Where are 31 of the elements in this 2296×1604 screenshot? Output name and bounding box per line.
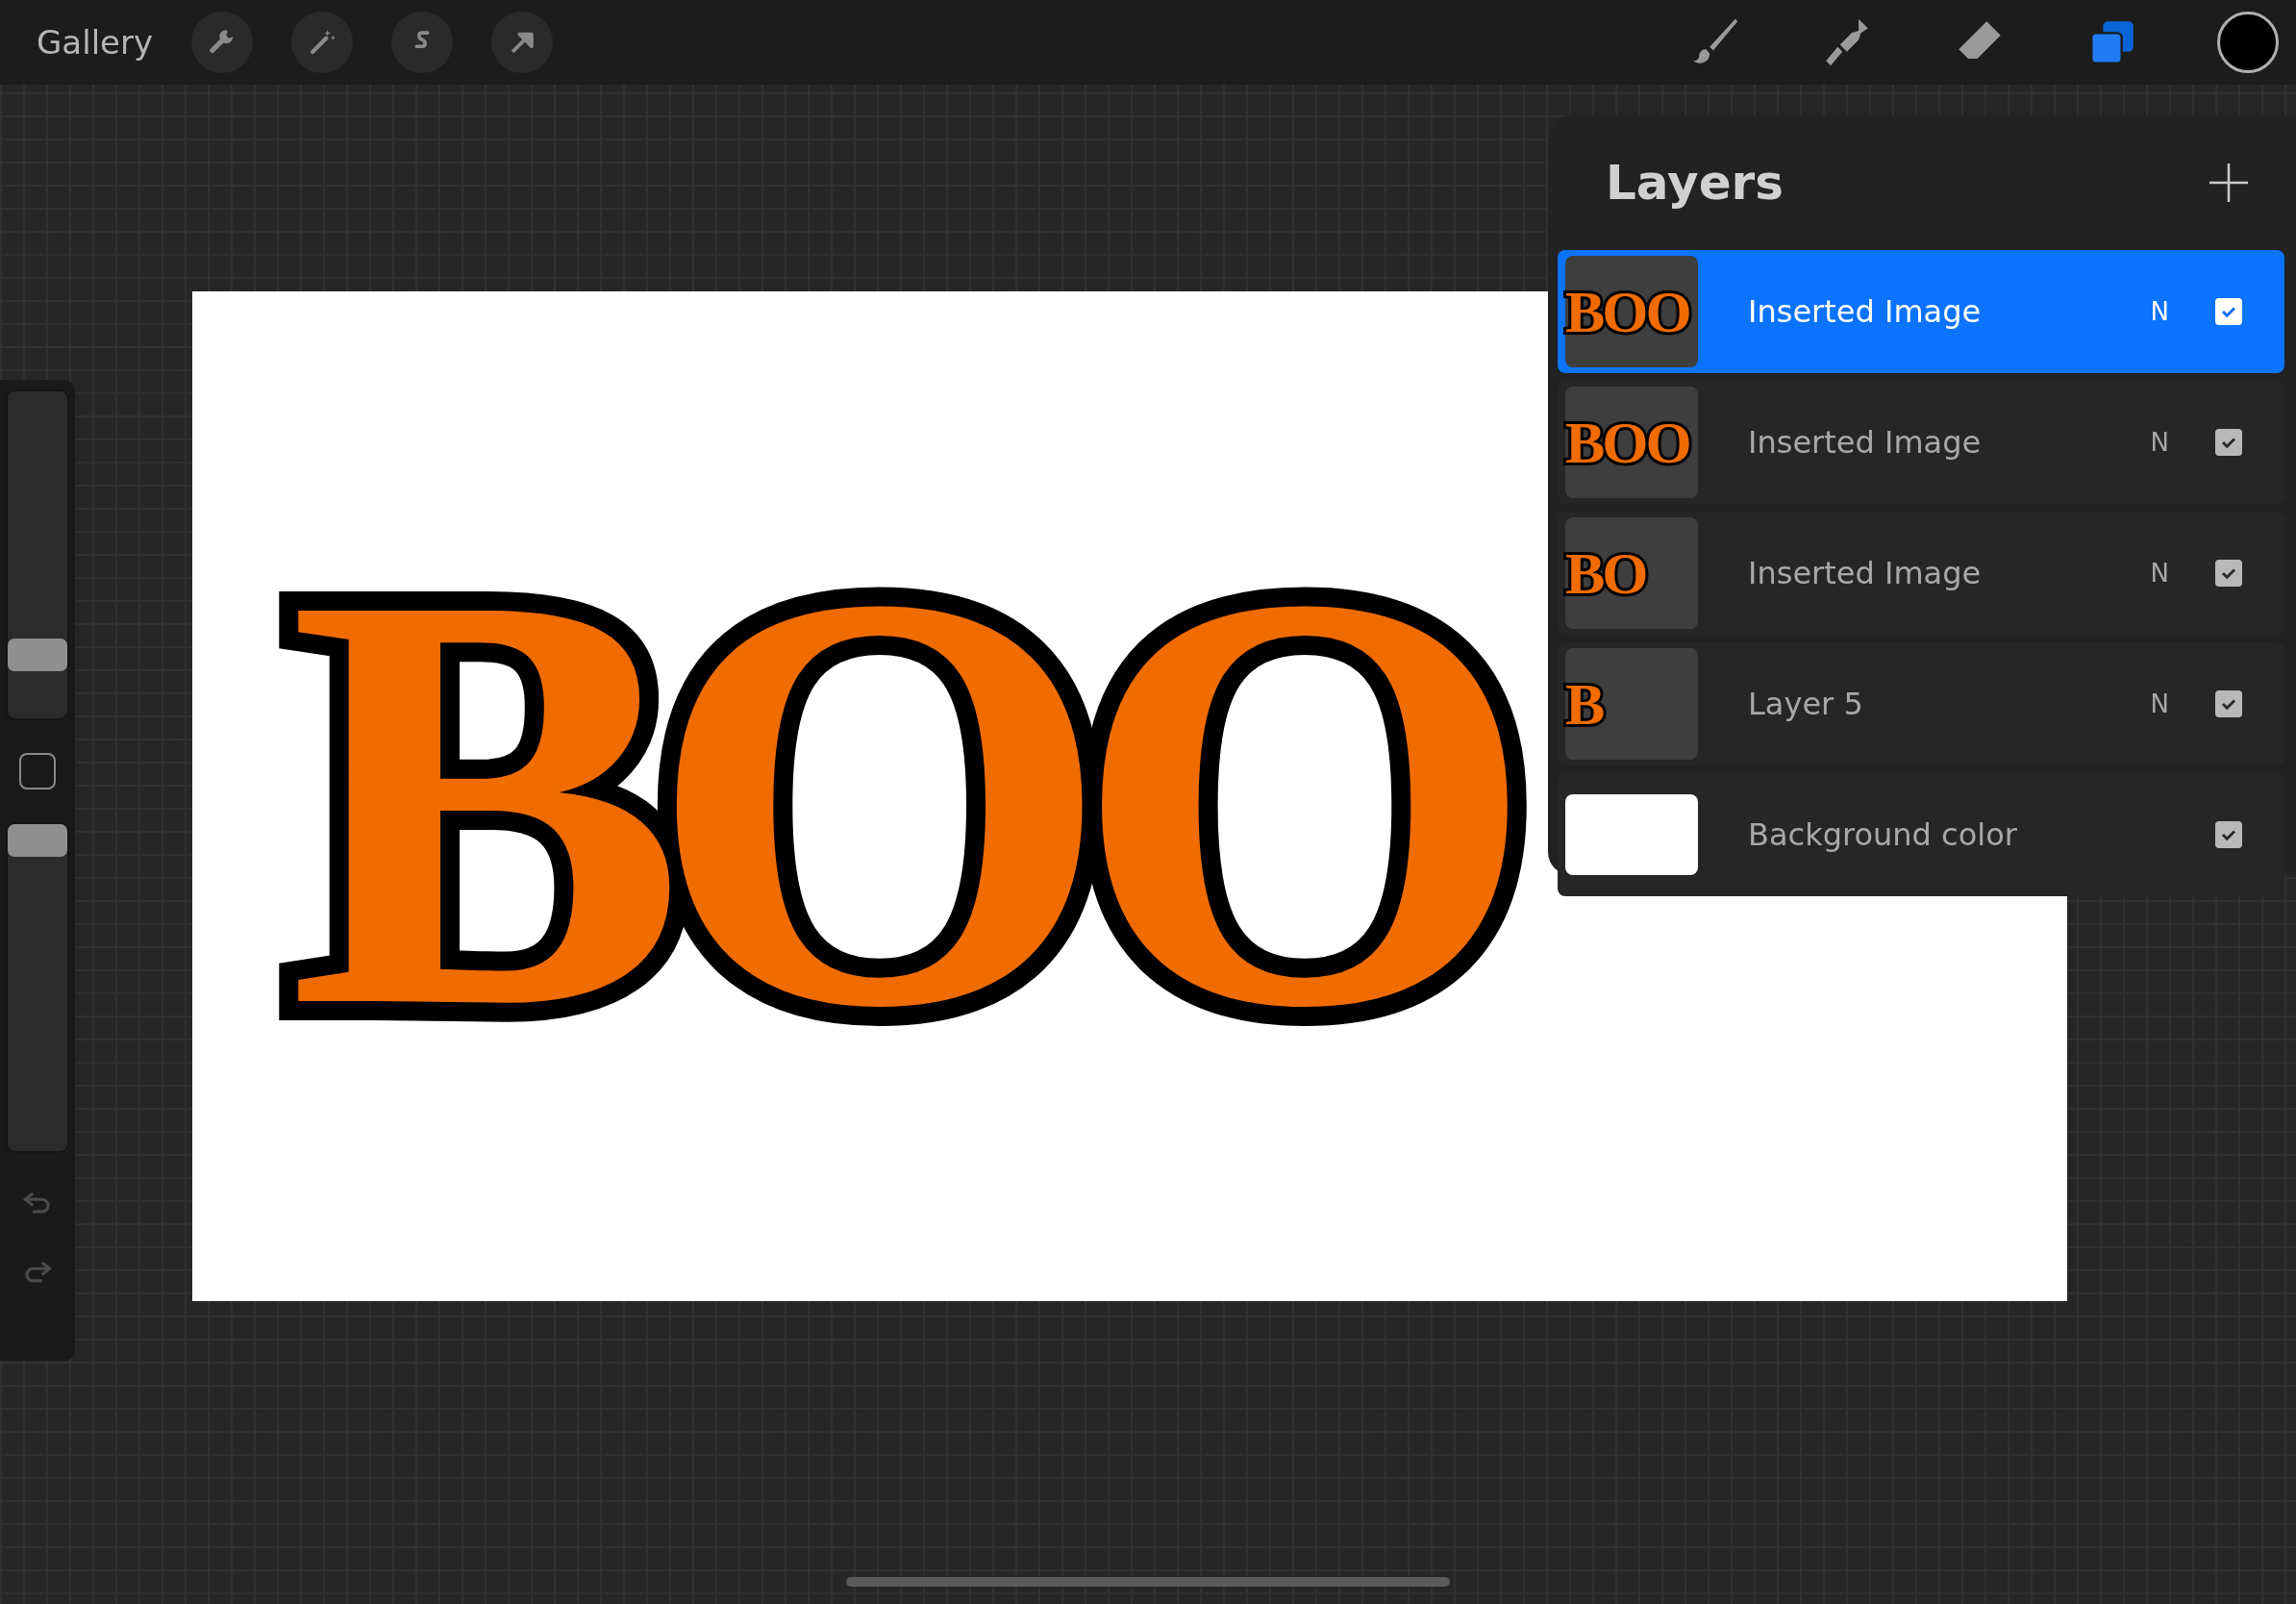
visibility-checkbox[interactable] [2215, 298, 2242, 325]
layer-thumbnail: BOO [1565, 256, 1698, 367]
gallery-button[interactable]: Gallery [37, 23, 154, 62]
layer-name: Inserted Image [1748, 424, 1983, 461]
layer-name: Inserted Image [1748, 555, 1983, 591]
layer-row[interactable]: Background color [1558, 773, 2284, 896]
layer-name: Inserted Image [1748, 293, 1983, 330]
slider-thumb[interactable] [8, 639, 67, 672]
opacity-slider[interactable] [6, 822, 69, 1153]
brush-size-slider[interactable] [6, 389, 69, 720]
blend-mode[interactable]: N [2150, 689, 2169, 718]
layer-row[interactable]: BOO Inserted Image N [1558, 381, 2284, 504]
visibility-checkbox[interactable] [2215, 560, 2242, 587]
layer-thumbnail: B [1565, 648, 1698, 760]
layer-row[interactable]: B Layer 5 N [1558, 642, 2284, 765]
layer-thumbnail: BO [1565, 517, 1698, 629]
slider-thumb[interactable] [8, 824, 67, 857]
layer-row[interactable]: BO Inserted Image N [1558, 512, 2284, 635]
modify-button[interactable] [19, 753, 56, 789]
visibility-checkbox[interactable] [2215, 429, 2242, 456]
blend-mode[interactable]: N [2150, 428, 2169, 457]
visibility-checkbox[interactable] [2215, 821, 2242, 848]
layer-name: Layer 5 [1748, 686, 1864, 722]
plus-icon[interactable] [2209, 163, 2248, 202]
layer-name: Background color [1748, 816, 2018, 853]
panel-title: Layers [1606, 155, 1784, 211]
layer-thumbnail: BOO [1565, 387, 1698, 498]
layer-row[interactable]: BOO Inserted Image N [1558, 250, 2284, 373]
blend-mode[interactable]: N [2150, 297, 2169, 326]
blend-mode[interactable]: N [2150, 559, 2169, 588]
visibility-checkbox[interactable] [2215, 690, 2242, 717]
